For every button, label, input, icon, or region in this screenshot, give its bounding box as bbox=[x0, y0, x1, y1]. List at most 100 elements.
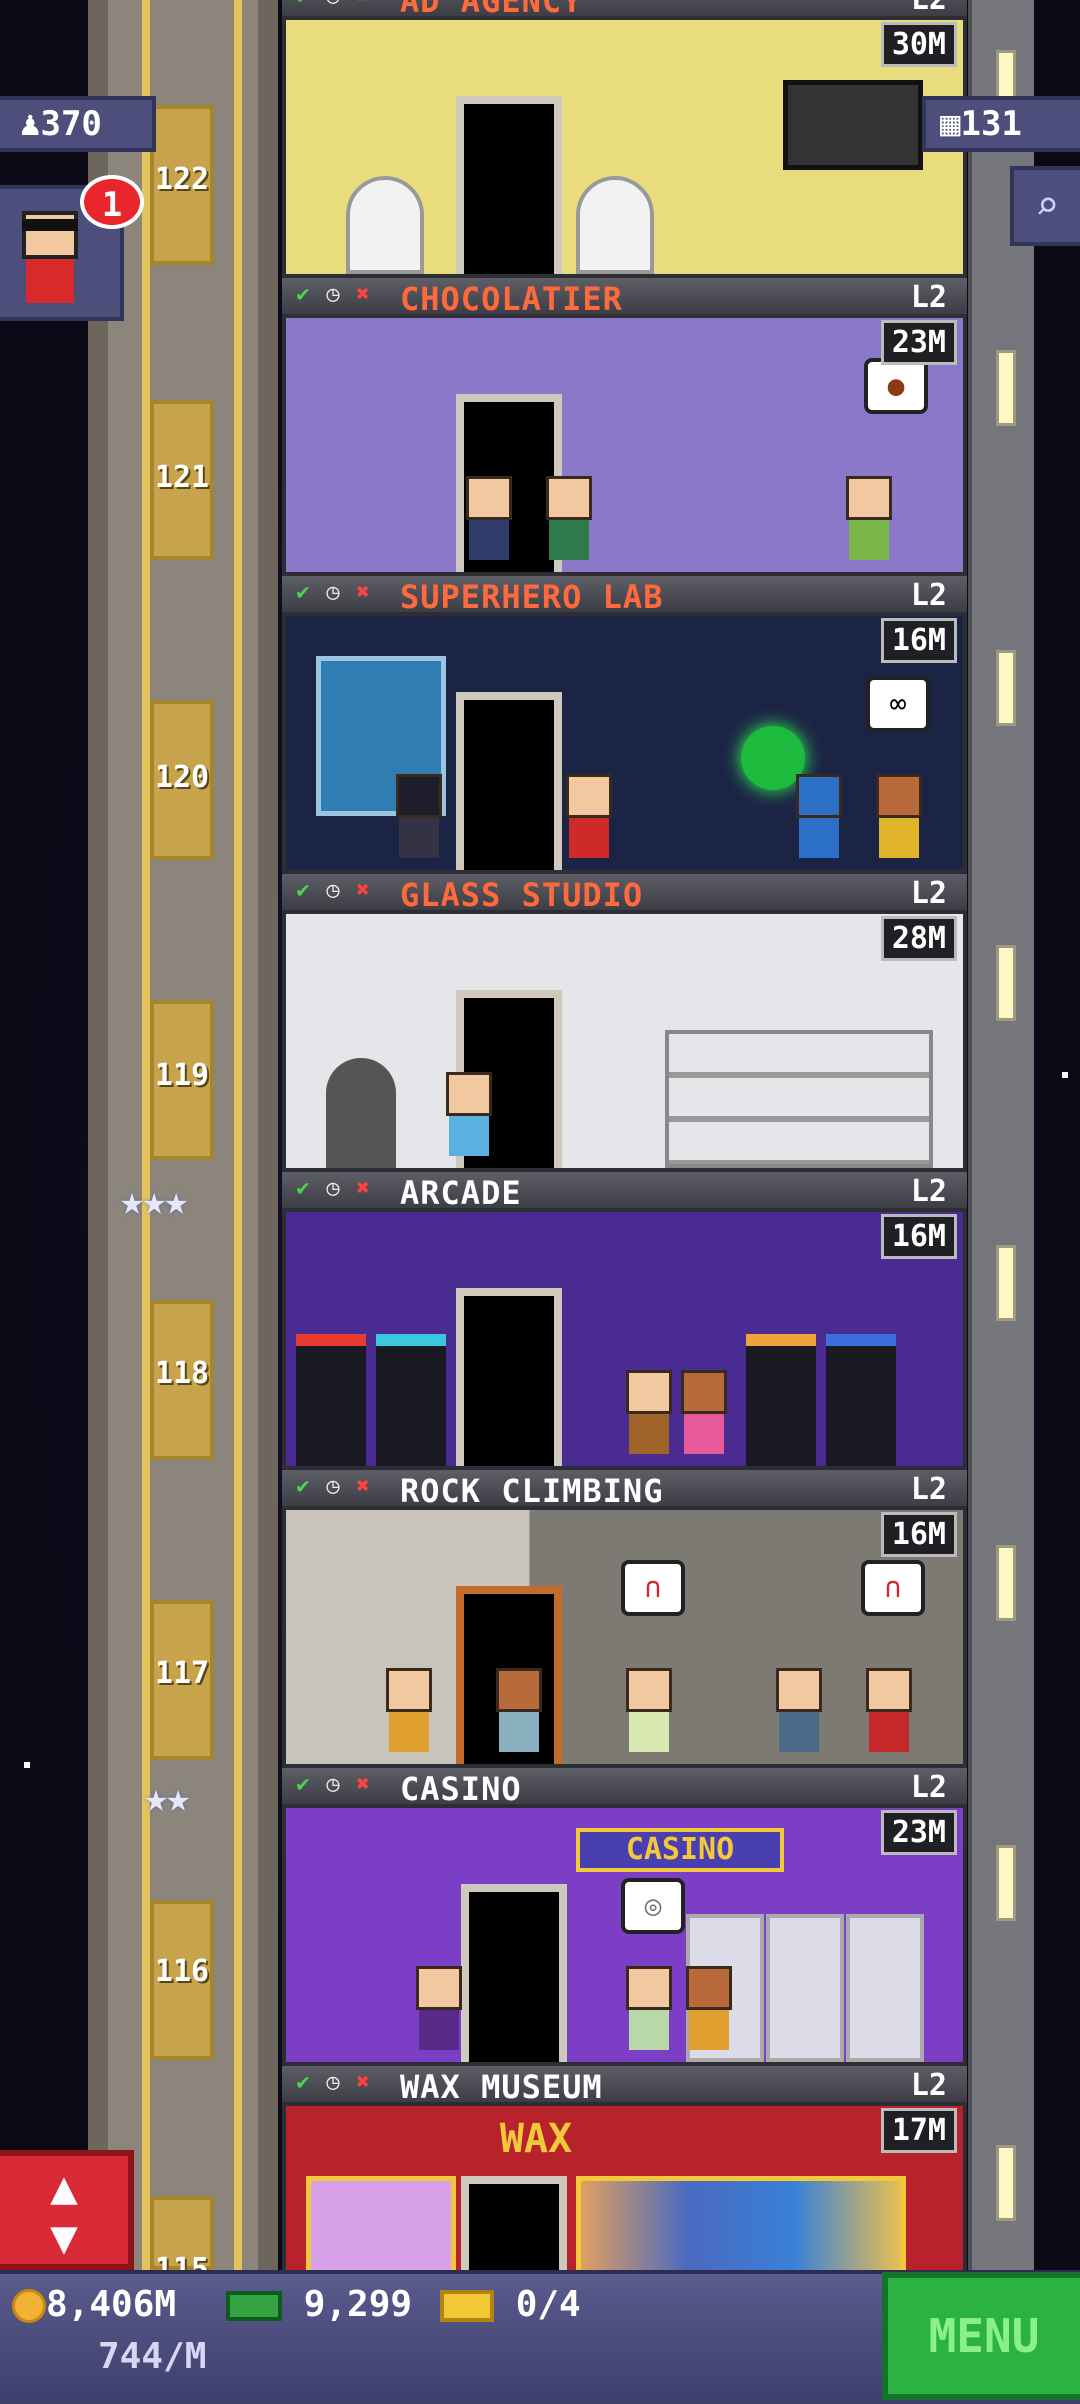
room-door bbox=[461, 1884, 567, 2062]
tickets-display[interactable]: 0/4 bbox=[440, 2284, 581, 2325]
bitizen[interactable] bbox=[846, 476, 892, 562]
floor-header: ✔ ◷ ✖ ROCK CLIMBING L2 bbox=[282, 1470, 967, 1510]
bitizen[interactable] bbox=[446, 1072, 492, 1158]
check-icon: ✔ bbox=[290, 0, 316, 10]
floor-glass-studio[interactable]: ✔ ◷ ✖ GLASS STUDIO L2 28M bbox=[282, 874, 967, 1172]
bitizen[interactable] bbox=[866, 1668, 912, 1754]
x-icon: ✖ bbox=[356, 1474, 370, 1499]
bitizen[interactable] bbox=[386, 1668, 432, 1754]
floor-arcade[interactable]: ✔ ◷ ✖ ARCADE L2 16M bbox=[282, 1172, 967, 1470]
x-icon: ✖ bbox=[356, 2070, 370, 2095]
floor-level: L2 bbox=[910, 876, 947, 911]
check-icon: ✔ bbox=[296, 580, 310, 605]
speech-bubble[interactable]: ∩ bbox=[861, 1560, 925, 1616]
bitizen[interactable] bbox=[626, 1668, 672, 1754]
floor-status-icons: ✔ ◷ ✖ bbox=[290, 878, 376, 904]
shaft-floor-number: 120 bbox=[154, 760, 210, 795]
floor-room: CASINO ◎ bbox=[282, 1804, 967, 2066]
bitizen[interactable] bbox=[681, 1370, 727, 1456]
speech-bubble[interactable]: ◎ bbox=[621, 1878, 685, 1934]
floor-name: WAX MUSEUM bbox=[400, 2068, 603, 2106]
glass-furnace bbox=[326, 1058, 396, 1168]
floor-counter[interactable]: ▦131 bbox=[922, 96, 1080, 152]
floor-chocolatier[interactable]: ✔ ◷ ✖ CHOCOLATIER L2 ● 23M bbox=[282, 278, 967, 576]
notification-badge[interactable]: 1 bbox=[80, 175, 144, 229]
speech-bubble[interactable]: ∩ bbox=[621, 1560, 685, 1616]
wax-sign: WAX bbox=[499, 2116, 573, 2162]
arcade-cabinet bbox=[296, 1334, 366, 1466]
bux-display[interactable]: 9,299 bbox=[226, 2284, 412, 2325]
elevator-rail-left bbox=[142, 0, 150, 2270]
bitizen[interactable] bbox=[776, 1668, 822, 1754]
arcade-cabinet bbox=[826, 1334, 896, 1466]
shaft-floor-number: 118 bbox=[154, 1356, 210, 1391]
bitizen[interactable] bbox=[876, 774, 922, 860]
egg-chair bbox=[576, 176, 654, 274]
population-value: 370 bbox=[40, 104, 102, 144]
speech-bubble[interactable]: ● bbox=[864, 358, 928, 414]
floor-header: ✔ ◷ ✖ WAX MUSEUM L2 bbox=[282, 2066, 967, 2106]
floor-ad-agency[interactable]: ✔◷✖ AD AGENCY L2 30M bbox=[282, 0, 967, 278]
floor-price: 23M bbox=[880, 1810, 957, 1855]
bitizen[interactable] bbox=[496, 1668, 542, 1754]
tickets-value: 0/4 bbox=[515, 2284, 581, 2325]
ticket-icon bbox=[440, 2290, 494, 2322]
elevator-button[interactable]: ▲ ▼ bbox=[0, 2150, 134, 2270]
x-icon: ✖ bbox=[356, 1772, 370, 1797]
bitizen[interactable] bbox=[546, 476, 592, 562]
check-icon: ✔ bbox=[296, 2070, 310, 2095]
clock-icon: ◷ bbox=[326, 1176, 340, 1201]
bitizen[interactable] bbox=[396, 774, 442, 860]
glass-shelves bbox=[665, 1030, 933, 1168]
elevator-rail-right bbox=[234, 0, 242, 2270]
floor-level: L2 bbox=[910, 1174, 947, 1209]
clock-icon: ◷ bbox=[320, 0, 346, 10]
floor-superhero-lab[interactable]: ✔ ◷ ✖ SUPERHERO LAB L2 ∞ 16M bbox=[282, 576, 967, 874]
floor-level: L2 bbox=[910, 1472, 947, 1507]
bitizen[interactable] bbox=[416, 1966, 462, 2052]
floor-header: ✔ ◷ ✖ GLASS STUDIO L2 bbox=[282, 874, 967, 914]
floor-name: CHOCOLATIER bbox=[400, 280, 623, 318]
menu-button[interactable]: MENU bbox=[882, 2272, 1080, 2400]
floor-status-icons: ✔ ◷ ✖ bbox=[290, 1772, 376, 1798]
bitizen[interactable] bbox=[466, 476, 512, 562]
bitizen[interactable] bbox=[796, 774, 842, 860]
shaft-floor-number: 116 bbox=[154, 1954, 210, 1989]
floor-header: ✔ ◷ ✖ SUPERHERO LAB L2 bbox=[282, 576, 967, 616]
search-button[interactable]: ⌕ bbox=[1010, 166, 1080, 246]
mask-icon bbox=[22, 219, 78, 231]
coins-display[interactable]: 8,406M bbox=[12, 2284, 176, 2325]
bitizen[interactable] bbox=[626, 1966, 672, 2052]
arcade-cabinet bbox=[746, 1334, 816, 1466]
bitizen[interactable] bbox=[566, 774, 612, 860]
floor-level: L2 bbox=[910, 280, 947, 315]
floor-level: L2 bbox=[910, 578, 947, 613]
magnifier-icon: ⌕ bbox=[1034, 183, 1060, 229]
elevator-shaft[interactable]: 122 121 120 119 118 117 116 115 bbox=[88, 0, 278, 2287]
bitizen[interactable] bbox=[686, 1966, 732, 2052]
floor-name: ROCK CLIMBING bbox=[400, 1472, 664, 1510]
floor-stars: ★★★ bbox=[120, 1178, 188, 1224]
check-icon: ✔ bbox=[296, 878, 310, 903]
floor-price: 23M bbox=[880, 320, 957, 365]
shaft-floor-number: 121 bbox=[154, 460, 210, 495]
speech-bubble[interactable]: ∞ bbox=[866, 676, 930, 732]
floor-name: ARCADE bbox=[400, 1174, 522, 1212]
bux-icon bbox=[226, 2291, 282, 2321]
floor-level: L2 bbox=[911, 0, 947, 17]
floor-status-icons: ✔ ◷ ✖ bbox=[290, 1176, 376, 1202]
floor-price: 16M bbox=[880, 1214, 957, 1259]
floor-header: ✔ ◷ ✖ ARCADE L2 bbox=[282, 1172, 967, 1212]
floor-count-value: 131 bbox=[960, 104, 1022, 144]
floor-rock-climbing[interactable]: ✔ ◷ ✖ ROCK CLIMBING L2 ∩ ∩ 16M bbox=[282, 1470, 967, 1768]
avatar-body bbox=[26, 259, 74, 303]
shaft-wall-left bbox=[88, 0, 108, 2270]
floor-casino[interactable]: ✔ ◷ ✖ CASINO L2 CASINO ◎ 23M bbox=[282, 1768, 967, 2066]
room-door bbox=[456, 1288, 562, 1466]
floor-room bbox=[282, 1208, 967, 1470]
slot-machine bbox=[846, 1914, 924, 2062]
floor-status-icons: ✔ ◷ ✖ bbox=[290, 580, 376, 606]
population-counter[interactable]: ♟370 bbox=[0, 96, 156, 152]
floor-stars: ★★ bbox=[144, 1775, 190, 1821]
bitizen[interactable] bbox=[626, 1370, 672, 1456]
